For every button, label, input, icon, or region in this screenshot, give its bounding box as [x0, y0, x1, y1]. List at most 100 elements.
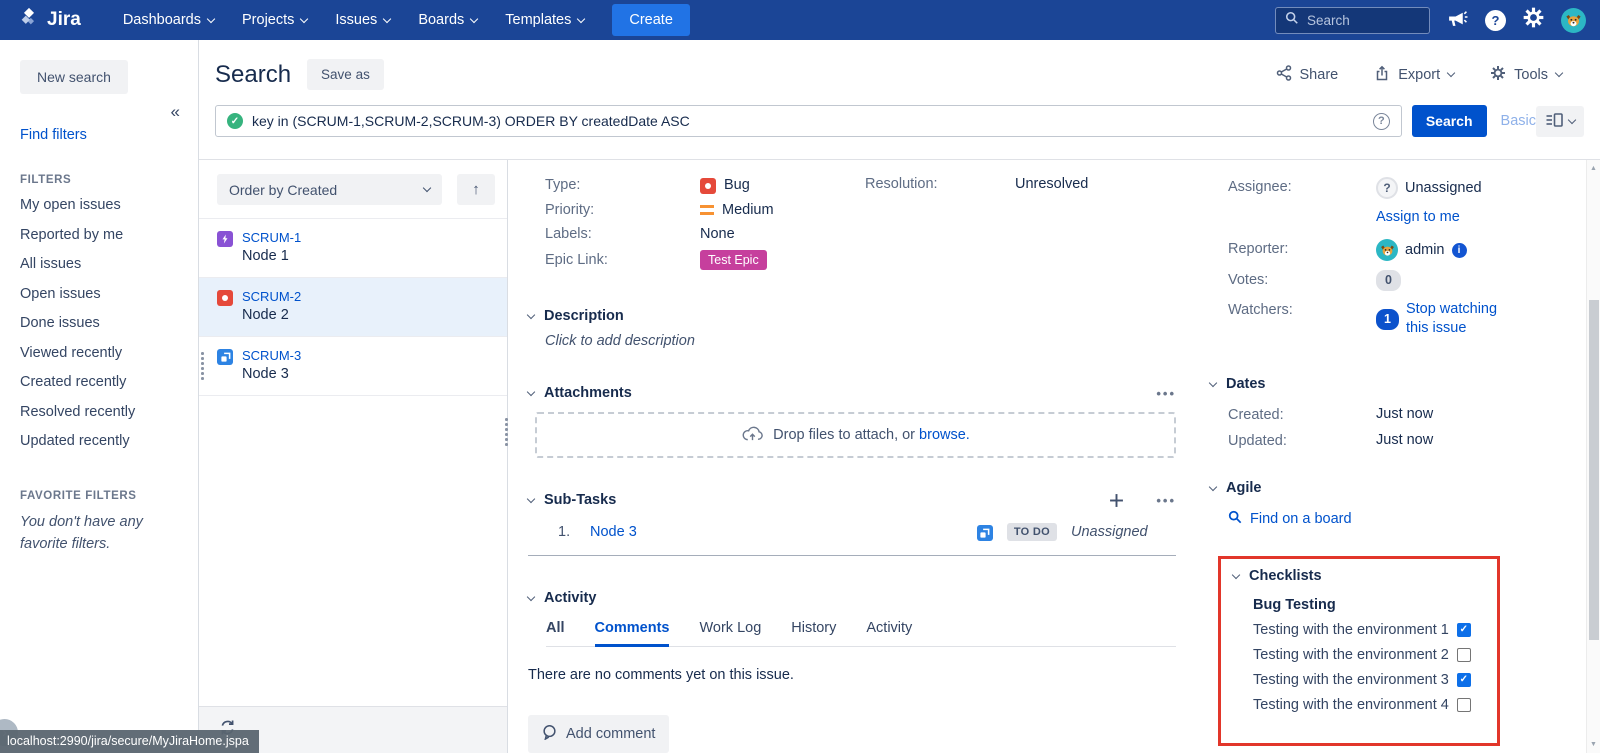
- sort-direction-button[interactable]: ↑: [457, 174, 495, 205]
- issue-key[interactable]: SCRUM-1: [242, 229, 301, 246]
- browse-link[interactable]: browse.: [919, 427, 970, 443]
- scroll-up-icon[interactable]: ▲: [1587, 161, 1600, 176]
- checkbox[interactable]: [1457, 673, 1471, 687]
- checklist-item: Testing with the environment 4: [1253, 697, 1485, 713]
- save-as-button[interactable]: Save as: [307, 59, 384, 90]
- sidebar-resize-handle[interactable]: [201, 352, 204, 380]
- jira-logo[interactable]: Jira: [18, 6, 81, 34]
- reporter-avatar[interactable]: [1376, 239, 1398, 261]
- assignee-label: Assignee:: [1228, 177, 1376, 195]
- dropzone-text: Drop files to attach, or: [773, 427, 915, 443]
- nav-menu-boards[interactable]: Boards: [404, 0, 491, 40]
- subtask-type-icon: [217, 349, 233, 365]
- filters-header: FILTERS: [20, 174, 198, 186]
- watchers-badge[interactable]: 1: [1376, 309, 1399, 330]
- issue-row-scrum-2[interactable]: SCRUM-2 Node 2: [199, 278, 507, 337]
- global-search[interactable]: [1275, 7, 1430, 34]
- admin-gear-icon[interactable]: [1523, 7, 1544, 33]
- scrollbar-thumb[interactable]: [1589, 300, 1599, 640]
- collapse-section-icon[interactable]: [527, 592, 535, 600]
- stop-watching-link[interactable]: Stop watching this issue: [1406, 300, 1510, 338]
- subtask-link[interactable]: Node 3: [590, 524, 637, 540]
- sidebar-item-open-issues[interactable]: Open issues: [20, 280, 198, 310]
- nav-menu-dashboards[interactable]: Dashboards: [109, 0, 228, 40]
- epic-link-badge[interactable]: Test Epic: [700, 250, 767, 270]
- tab-all[interactable]: All: [546, 620, 565, 646]
- sidebar-item-resolved-recently[interactable]: Resolved recently: [20, 398, 198, 428]
- collapse-section-icon[interactable]: [1209, 378, 1217, 386]
- updated-value: Just now: [1376, 431, 1510, 450]
- order-by-dropdown[interactable]: Order by Created: [217, 174, 442, 205]
- sidebar-item-updated-recently[interactable]: Updated recently: [20, 427, 198, 457]
- collapse-section-icon[interactable]: [527, 310, 535, 318]
- tab-comments[interactable]: Comments: [595, 620, 670, 647]
- add-subtask-icon[interactable]: [1109, 493, 1124, 508]
- share-button[interactable]: Share: [1276, 65, 1339, 85]
- detail-resize-handle[interactable]: [505, 418, 508, 446]
- new-search-button[interactable]: New search: [20, 60, 128, 94]
- nav-menu-templates[interactable]: Templates: [491, 0, 598, 40]
- help-icon[interactable]: ?: [1485, 10, 1506, 31]
- type-label: Type:: [545, 177, 700, 193]
- votes-badge[interactable]: 0: [1376, 270, 1401, 291]
- view-layout-toggle[interactable]: [1536, 106, 1584, 137]
- subtask-status-badge[interactable]: TO DO: [1007, 523, 1057, 541]
- chevron-down-icon: [470, 14, 478, 22]
- subtask-number: 1.: [558, 524, 590, 540]
- export-button[interactable]: Export: [1374, 65, 1454, 85]
- collapse-section-icon[interactable]: [527, 387, 535, 395]
- collapse-section-icon[interactable]: [1209, 482, 1217, 490]
- chevron-down-icon: [383, 14, 391, 22]
- find-on-board-link[interactable]: Find on a board: [1250, 511, 1352, 527]
- collapse-section-icon[interactable]: [527, 494, 535, 502]
- nav-menu-projects[interactable]: Projects: [228, 0, 321, 40]
- add-comment-button[interactable]: Add comment: [528, 715, 669, 753]
- issue-row-scrum-3[interactable]: SCRUM-3 Node 3: [199, 337, 507, 396]
- sidebar-item-viewed-recently[interactable]: Viewed recently: [20, 339, 198, 369]
- more-actions-icon[interactable]: •••: [1156, 493, 1176, 508]
- chevron-down-icon: [207, 14, 215, 22]
- description-placeholder[interactable]: Click to add description: [545, 333, 1176, 349]
- watchers-label: Watchers:: [1228, 300, 1376, 318]
- global-search-input[interactable]: [1307, 13, 1417, 28]
- search-icon: [1285, 11, 1299, 30]
- vertical-scrollbar[interactable]: ▲ ▼: [1586, 160, 1600, 753]
- chevron-down-icon: [1447, 69, 1455, 77]
- sidebar-item-created-recently[interactable]: Created recently: [20, 368, 198, 398]
- info-icon[interactable]: i: [1452, 243, 1467, 258]
- created-value: Just now: [1376, 405, 1510, 424]
- find-filters-link[interactable]: Find filters: [20, 127, 198, 143]
- tab-activity[interactable]: Activity: [866, 620, 912, 646]
- sidebar-item-all-issues[interactable]: All issues: [20, 250, 198, 280]
- create-button[interactable]: Create: [612, 4, 690, 36]
- issue-side-panel: Assignee: ?Unassigned Assign to me Repor…: [1210, 176, 1510, 753]
- jql-query-input[interactable]: ✓ key in (SCRUM-1,SCRUM-2,SCRUM-3) ORDER…: [215, 105, 1402, 137]
- sidebar-item-my-open-issues[interactable]: My open issues: [20, 191, 198, 221]
- tab-work-log[interactable]: Work Log: [699, 620, 761, 646]
- issue-key[interactable]: SCRUM-2: [242, 288, 301, 305]
- issue-row-scrum-1[interactable]: SCRUM-1 Node 1: [199, 219, 507, 278]
- attachments-dropzone[interactable]: Drop files to attach, or browse.: [535, 412, 1176, 458]
- user-avatar[interactable]: [1561, 8, 1586, 33]
- issue-key[interactable]: SCRUM-3: [242, 347, 301, 364]
- collapse-section-icon[interactable]: [1232, 570, 1240, 578]
- search-button[interactable]: Search: [1412, 105, 1487, 137]
- sidebar-item-done-issues[interactable]: Done issues: [20, 309, 198, 339]
- nav-menu-issues[interactable]: Issues: [321, 0, 404, 40]
- basic-mode-link[interactable]: Basic: [1501, 113, 1536, 129]
- more-actions-icon[interactable]: •••: [1156, 386, 1176, 401]
- tools-button[interactable]: Tools: [1490, 65, 1562, 85]
- tab-history[interactable]: History: [791, 620, 836, 646]
- jira-logo-icon: [18, 6, 40, 34]
- checkbox[interactable]: [1457, 698, 1471, 712]
- checkbox[interactable]: [1457, 623, 1471, 637]
- scroll-down-icon[interactable]: ▼: [1587, 737, 1600, 752]
- collapse-sidebar-icon[interactable]: «: [171, 102, 180, 122]
- epic-type-icon: [217, 231, 233, 247]
- checkbox[interactable]: [1457, 648, 1471, 662]
- assign-to-me-link[interactable]: Assign to me: [1376, 208, 1460, 227]
- announcements-icon[interactable]: [1447, 7, 1468, 33]
- sidebar-item-reported-by-me[interactable]: Reported by me: [20, 221, 198, 251]
- query-help-icon[interactable]: ?: [1373, 113, 1390, 130]
- activity-tabs: All Comments Work Log History Activity: [546, 620, 1176, 647]
